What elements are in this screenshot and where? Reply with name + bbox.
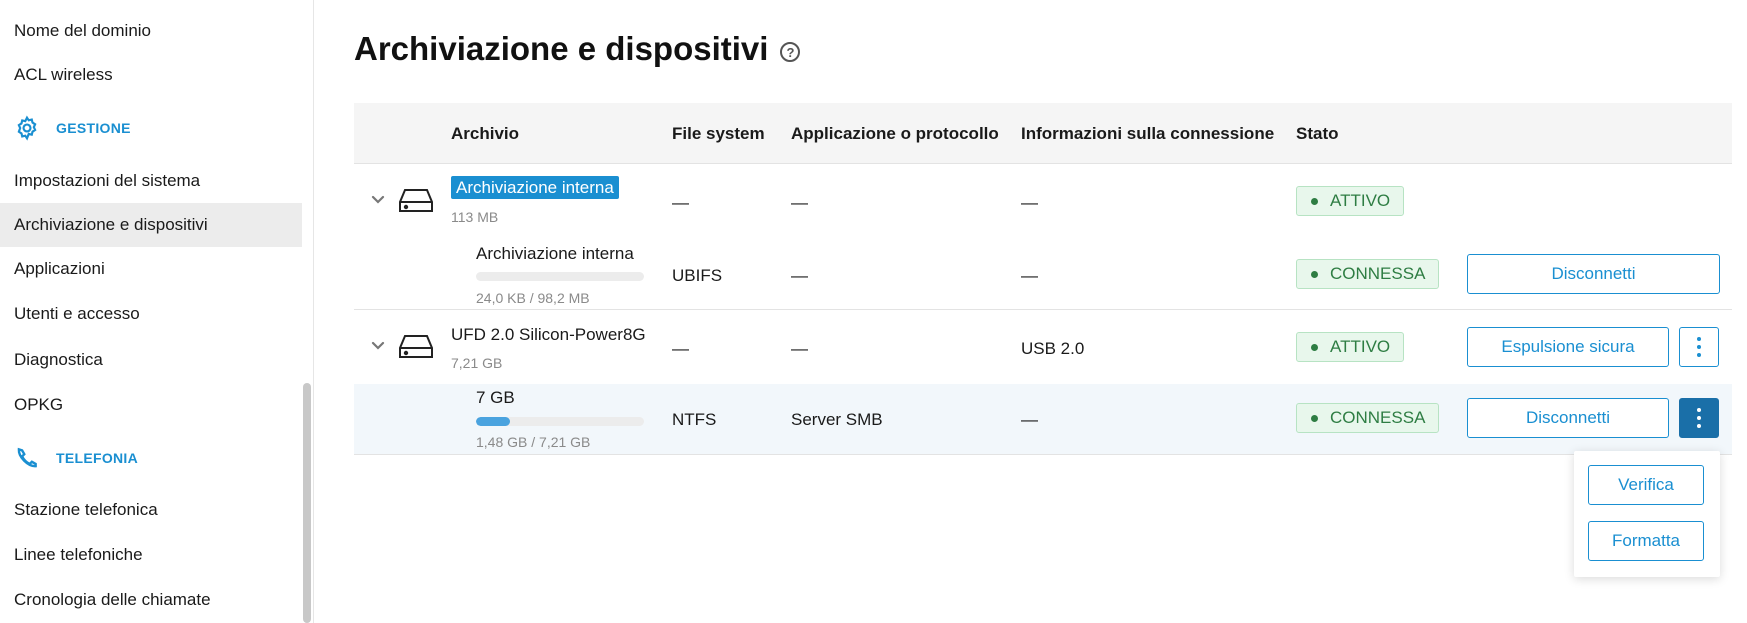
- status-dot: [1311, 343, 1318, 351]
- menu-item-verify[interactable]: Verifica: [1588, 465, 1704, 505]
- storage-size: 113 MB: [451, 209, 499, 225]
- sidebar-item-phone-lines[interactable]: Linee telefoniche: [0, 533, 302, 577]
- cell-app: —: [791, 193, 808, 212]
- cell-app: —: [791, 339, 808, 358]
- sidebar-section-gestione[interactable]: GESTIONE: [14, 115, 131, 141]
- partition-name: Archiviazione interna: [476, 244, 634, 263]
- sidebar-section-telefonia[interactable]: TELEFONIA: [14, 445, 138, 471]
- cell-conn: —: [1021, 266, 1038, 285]
- help-icon[interactable]: ?: [780, 42, 801, 62]
- kebab-icon: [1697, 337, 1701, 357]
- cell-fs: —: [672, 193, 689, 212]
- status-dot: [1311, 414, 1318, 422]
- status-dot: [1311, 270, 1318, 278]
- phone-icon: [17, 447, 37, 468]
- cell-fs: NTFS: [672, 410, 717, 429]
- storage-name: UFD 2.0 Silicon-Power8G: [451, 325, 646, 344]
- status-badge: CONNESSA: [1296, 259, 1440, 289]
- chevron-down-icon[interactable]: [368, 190, 388, 210]
- partition-actions-menu: Verifica Formatta: [1574, 451, 1720, 577]
- cell-fs: UBIFS: [672, 266, 723, 285]
- cell-fs: —: [672, 339, 689, 358]
- sidebar-item-users-access[interactable]: Utenti e accesso: [0, 292, 302, 336]
- sidebar-item-call-history[interactable]: Cronologia delle chiamate: [0, 578, 302, 622]
- sidebar: Nome del dominio ACL wireless GESTIONE I…: [0, 0, 314, 623]
- sidebar-item-wireless-acl[interactable]: ACL wireless: [0, 53, 302, 97]
- partition-usage: 24,0 KB / 98,2 MB: [476, 290, 590, 306]
- cell-conn: USB 2.0: [1021, 339, 1085, 358]
- hard-drive-icon: [399, 335, 433, 358]
- usage-bar: [476, 417, 644, 426]
- kebab-icon: [1697, 408, 1701, 428]
- row-divider: [354, 454, 1732, 455]
- sidebar-item-phone-station[interactable]: Stazione telefonica: [0, 488, 302, 532]
- sidebar-item-storage-devices[interactable]: Archiviazione e dispositivi: [0, 203, 302, 247]
- gear-icon: [17, 115, 37, 141]
- cell-conn: —: [1021, 410, 1038, 429]
- usage-bar: [476, 272, 644, 281]
- sidebar-item-system-settings[interactable]: Impostazioni del sistema: [0, 159, 302, 203]
- safe-eject-button[interactable]: Espulsione sicura: [1467, 327, 1669, 367]
- header-status: Stato: [1296, 124, 1339, 143]
- header-connection-info: Informazioni sulla connessione: [1021, 124, 1275, 143]
- sidebar-item-applications[interactable]: Applicazioni: [0, 247, 302, 291]
- more-options-button[interactable]: [1679, 327, 1719, 367]
- storage-name: Archiviazione interna: [451, 176, 619, 199]
- disconnect-button[interactable]: Disconnetti: [1467, 254, 1720, 294]
- partition-usage: 1,48 GB / 7,21 GB: [476, 434, 591, 450]
- row-divider: [354, 309, 1732, 310]
- header-archivio: Archivio: [451, 124, 520, 143]
- status-badge: ATTIVO: [1296, 186, 1405, 216]
- sidebar-item-diagnostics[interactable]: Diagnostica: [0, 338, 302, 382]
- status-dot: [1311, 197, 1318, 205]
- usage-bar-fill: [476, 417, 511, 426]
- header-file-system: File system: [672, 124, 765, 143]
- chevron-down-icon[interactable]: [368, 336, 388, 356]
- main-content: Archiviazione e dispositivi ? Archivio F…: [314, 0, 1747, 623]
- page-title: Archiviazione e dispositivi ?: [354, 30, 801, 68]
- status-badge: ATTIVO: [1296, 332, 1405, 362]
- partition-name: 7 GB: [476, 388, 515, 407]
- menu-item-format[interactable]: Formatta: [1588, 521, 1704, 561]
- disconnect-button[interactable]: Disconnetti: [1467, 398, 1669, 438]
- header-application: Applicazione o protocollo: [791, 124, 999, 143]
- sidebar-item-opkg[interactable]: OPKG: [0, 383, 302, 427]
- sidebar-item-domain-name[interactable]: Nome del dominio: [0, 9, 302, 53]
- hard-drive-icon: [399, 189, 433, 212]
- cell-conn: —: [1021, 193, 1038, 212]
- cell-app: —: [791, 266, 808, 285]
- sidebar-scrollbar[interactable]: [303, 383, 311, 623]
- cell-app: Server SMB: [791, 410, 883, 429]
- table-header: Archivio File system Applicazione o prot…: [354, 103, 1732, 164]
- status-badge: CONNESSA: [1296, 403, 1440, 433]
- more-options-button[interactable]: [1679, 398, 1719, 438]
- storage-size: 7,21 GB: [451, 355, 503, 371]
